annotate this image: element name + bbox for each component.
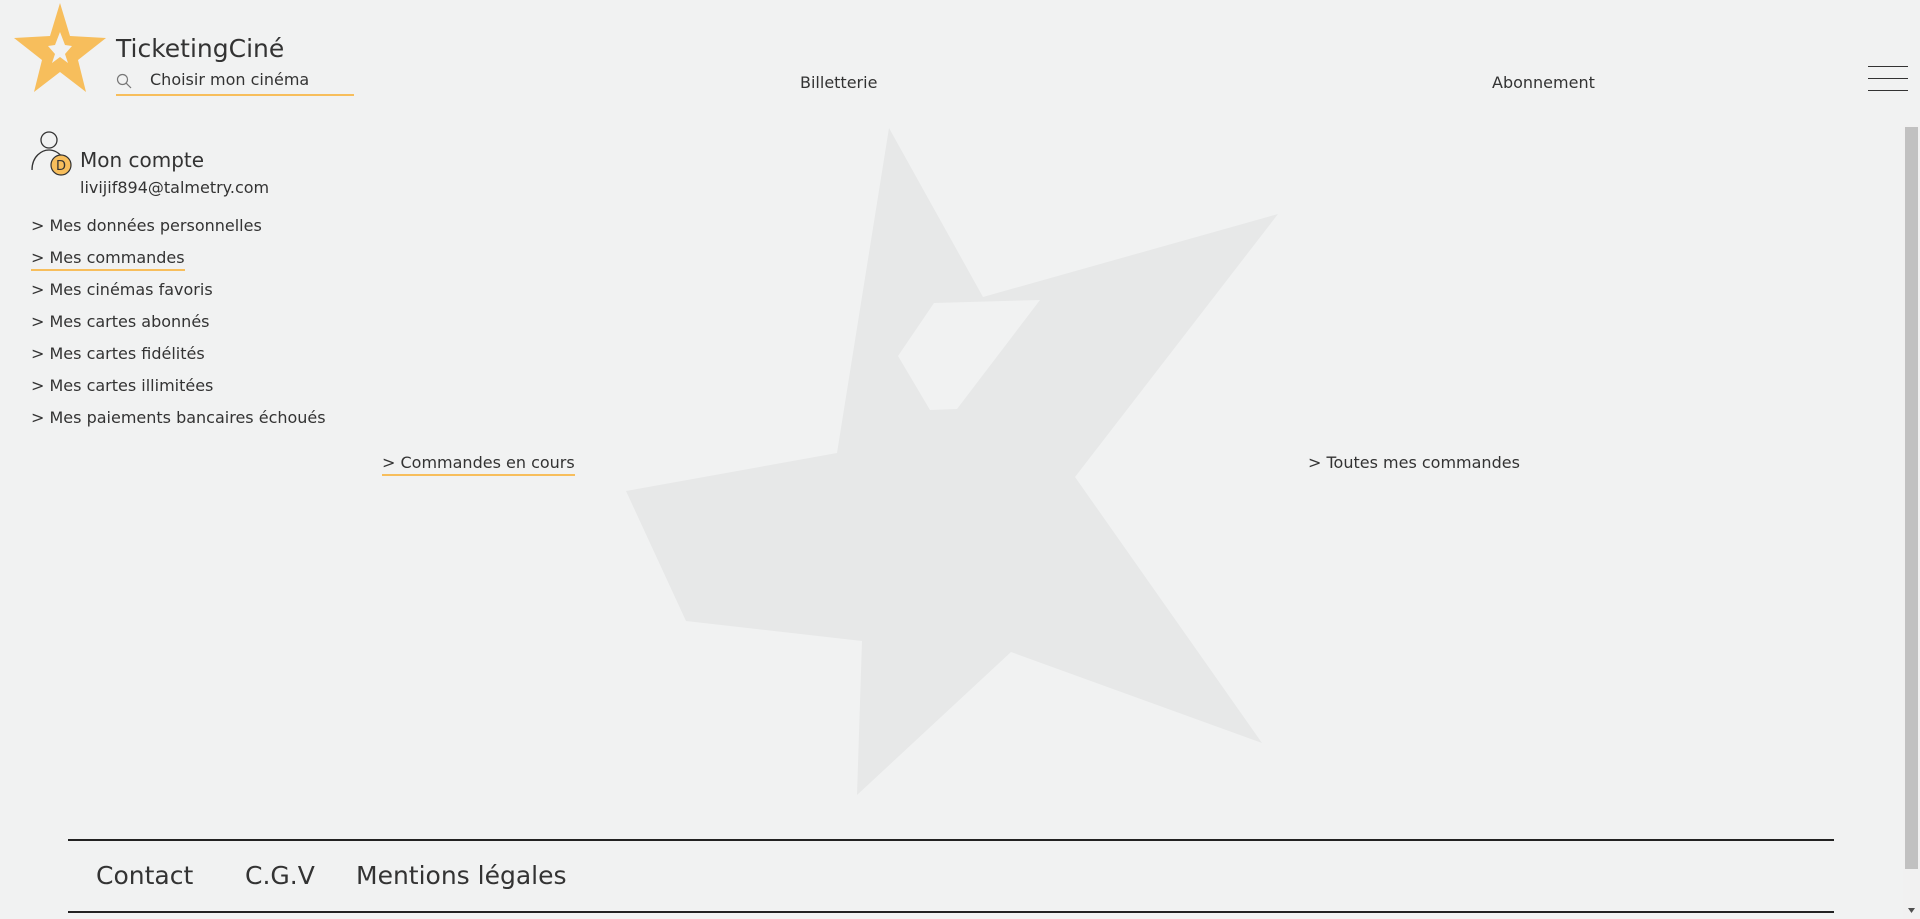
menu-item-cartes-illimitees[interactable]: > Mes cartes illimitées	[31, 376, 326, 408]
site-footer: Contact C.G.V Mentions légales	[68, 839, 1834, 913]
menu-item-cartes-abonnes[interactable]: > Mes cartes abonnés	[31, 312, 326, 344]
scroll-down-arrow-icon[interactable]	[1903, 905, 1920, 917]
star-watermark	[626, 128, 1278, 795]
scrollbar-thumb[interactable]	[1905, 127, 1918, 869]
nav-billetterie[interactable]: Billetterie	[800, 73, 877, 92]
tab-toutes-mes-commandes[interactable]: > Toutes mes commandes	[1308, 453, 1520, 474]
menu-item-donnees-personnelles[interactable]: > Mes données personnelles	[31, 216, 326, 248]
search-icon	[116, 73, 132, 89]
avatar-initial: D	[56, 159, 66, 174]
account-menu: > Mes données personnelles > Mes command…	[31, 216, 326, 440]
user-avatar-icon: D	[31, 131, 72, 176]
menu-item-paiements-echoues[interactable]: > Mes paiements bancaires échoués	[31, 408, 326, 440]
footer-link-contact[interactable]: Contact	[96, 861, 193, 890]
footer-link-mentions-legales[interactable]: Mentions légales	[356, 861, 567, 890]
vertical-scrollbar[interactable]	[1903, 125, 1920, 919]
account-email: livijif894@talmetry.com	[80, 178, 270, 197]
tab-commandes-en-cours[interactable]: > Commandes en cours	[382, 453, 575, 476]
logo-star-icon[interactable]	[12, 2, 108, 94]
site-header: TicketingCiné Choisir mon cinéma Billett…	[0, 0, 1920, 120]
hamburger-menu-icon[interactable]	[1868, 66, 1908, 92]
menu-item-cinemas-favoris[interactable]: > Mes cinémas favoris	[31, 280, 326, 312]
footer-link-cgv[interactable]: C.G.V	[245, 861, 315, 890]
brand-name[interactable]: TicketingCiné	[116, 34, 284, 63]
account-title: Mon compte	[80, 148, 205, 172]
menu-item-commandes[interactable]: > Mes commandes	[31, 248, 326, 280]
cinema-search-input[interactable]: Choisir mon cinéma	[150, 70, 309, 89]
nav-abonnement[interactable]: Abonnement	[1492, 73, 1595, 92]
menu-item-cartes-fidelites[interactable]: > Mes cartes fidélités	[31, 344, 326, 376]
cinema-search[interactable]: Choisir mon cinéma	[116, 68, 354, 96]
